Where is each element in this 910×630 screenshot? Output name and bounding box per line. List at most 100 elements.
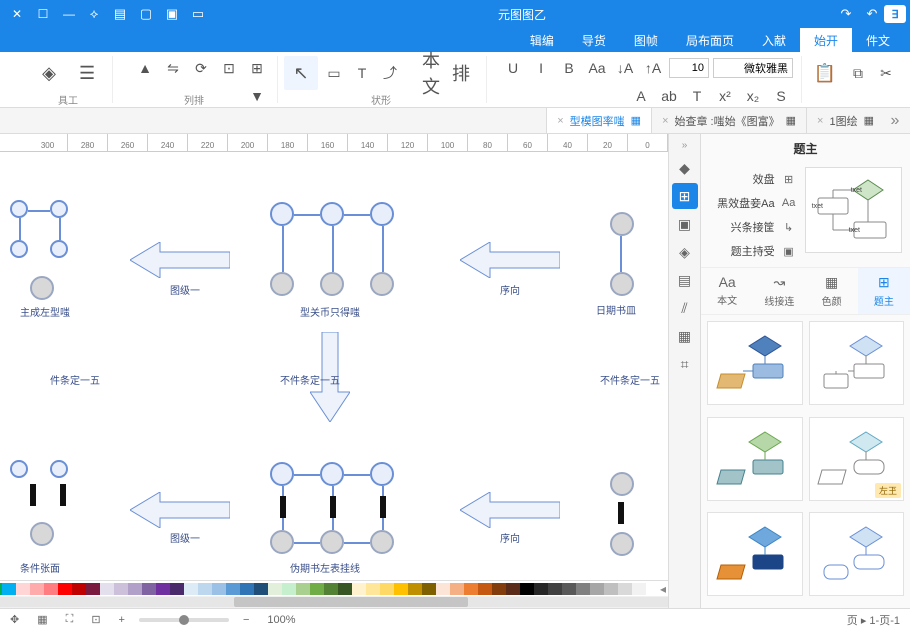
- color-swatch[interactable]: [576, 583, 590, 595]
- font-color-button[interactable]: A: [629, 84, 653, 108]
- canvas-viewport[interactable]: 日期书皿 序向 型关币只得嗤: [0, 152, 668, 608]
- ts-image[interactable]: ▣: [672, 211, 698, 237]
- color-swatch[interactable]: [534, 583, 548, 595]
- color-swatch[interactable]: [0, 583, 2, 595]
- font-dec-button[interactable]: A↓: [613, 56, 637, 80]
- minimize-button[interactable]: —: [56, 3, 82, 25]
- italic-button[interactable]: I: [529, 56, 553, 80]
- theme-item-3[interactable]: [707, 417, 803, 501]
- ts-shapes[interactable]: ⊞: [672, 183, 698, 209]
- doctab-0[interactable]: ▦ 1图绘 ×: [806, 108, 884, 133]
- color-swatch[interactable]: [30, 583, 44, 595]
- strike-button[interactable]: S: [769, 84, 793, 108]
- color-swatch[interactable]: [604, 583, 618, 595]
- doctab-1[interactable]: ▦ 《图富》始查章 :嗤始 ×: [651, 108, 806, 133]
- color-swatch[interactable]: [114, 583, 128, 595]
- opt-conn[interactable]: ↳兴条接筐: [709, 215, 797, 239]
- tab-help[interactable]: 辑编: [516, 28, 568, 52]
- color-swatch[interactable]: [170, 583, 184, 595]
- doctab-2[interactable]: ▦ 型模图率嗤 ×: [546, 108, 651, 133]
- color-swatch[interactable]: [72, 583, 86, 595]
- color-swatch[interactable]: [268, 583, 282, 595]
- tab-view[interactable]: 图帧: [620, 28, 672, 52]
- canvas-page[interactable]: 日期书皿 序向 型关币只得嗤: [0, 152, 668, 608]
- zoom-slider[interactable]: [139, 618, 229, 622]
- color-swatch[interactable]: [198, 583, 212, 595]
- tab-file[interactable]: 件文: [852, 28, 904, 52]
- color-swatch[interactable]: [548, 583, 562, 595]
- opt-effect[interactable]: ⊞效盘: [709, 167, 797, 191]
- color-swatch[interactable]: [254, 583, 268, 595]
- color-swatch[interactable]: [394, 583, 408, 595]
- theme-item-2[interactable]: 左玊: [809, 417, 905, 501]
- ts-layers[interactable]: ◈: [672, 239, 698, 265]
- top-icon-a[interactable]: ▭: [186, 3, 210, 25]
- close-button[interactable]: ✕: [4, 3, 30, 25]
- tab-start[interactable]: 始开: [800, 28, 852, 52]
- top-icon-e[interactable]: ⟡: [82, 3, 106, 25]
- copy-button[interactable]: ⧉: [846, 61, 870, 85]
- tab-design[interactable]: 导货: [568, 28, 620, 52]
- color-swatch[interactable]: [44, 583, 58, 595]
- theme-item-1[interactable]: [707, 321, 803, 405]
- zoom-pct[interactable]: 100%: [263, 614, 299, 626]
- color-swatch[interactable]: [86, 583, 100, 595]
- rect-tool[interactable]: ▭: [322, 61, 346, 85]
- color-swatch[interactable]: [16, 583, 30, 595]
- color-swatch[interactable]: [618, 583, 632, 595]
- color-swatch[interactable]: [338, 583, 352, 595]
- fullscreen-button[interactable]: ⛶: [62, 613, 78, 626]
- ts-code[interactable]: ⌗: [672, 351, 698, 377]
- color-swatch[interactable]: [310, 583, 324, 595]
- grid-toggle[interactable]: ▦: [33, 613, 51, 626]
- font-inc-button[interactable]: A↑: [641, 56, 665, 80]
- underline-button[interactable]: U: [501, 56, 525, 80]
- maximize-button[interactable]: ☐: [30, 3, 56, 25]
- color-swatch[interactable]: [142, 583, 156, 595]
- top-icon-c[interactable]: ▢: [134, 3, 158, 25]
- rotate-button[interactable]: ⟳: [189, 56, 213, 80]
- color-swatch[interactable]: [128, 583, 142, 595]
- tab-insert[interactable]: 入献: [748, 28, 800, 52]
- doctab-nav[interactable]: «: [884, 108, 906, 133]
- color-swatch[interactable]: [58, 583, 72, 595]
- ts-chart[interactable]: ⫽: [672, 295, 698, 321]
- color-swatch[interactable]: [366, 583, 380, 595]
- subtab-theme[interactable]: ⊞题主: [858, 268, 910, 314]
- color-swatch[interactable]: [590, 583, 604, 595]
- front-button[interactable]: ▲: [133, 56, 157, 80]
- color-swatch[interactable]: [464, 583, 478, 595]
- color-swatch[interactable]: [408, 583, 422, 595]
- color-swatch[interactable]: [506, 583, 520, 595]
- clear-format-button[interactable]: T: [685, 84, 709, 108]
- zoom-out-button[interactable]: −: [239, 614, 253, 626]
- theme-item-0[interactable]: [809, 321, 905, 405]
- color-swatch[interactable]: [632, 583, 646, 595]
- select-button[interactable]: ☰: [70, 56, 104, 90]
- horizontal-scrollbar[interactable]: [0, 596, 668, 608]
- scroll-thumb[interactable]: [234, 597, 468, 607]
- color-swatch[interactable]: [436, 583, 450, 595]
- color-swatch[interactable]: [324, 583, 338, 595]
- opt-style[interactable]: Aa黑效盘妾Aa: [709, 191, 797, 215]
- arrow-shape[interactable]: [130, 492, 230, 528]
- top-icon-d[interactable]: ▤: [108, 3, 132, 25]
- arrow-shape[interactable]: [460, 242, 560, 278]
- tab-layout[interactable]: 局布面页: [672, 28, 748, 52]
- flip-button[interactable]: ⇋: [161, 56, 185, 80]
- connector-tool[interactable]: ⤴: [378, 61, 402, 85]
- opt-theme[interactable]: ▣题主持受: [709, 239, 797, 263]
- color-swatch[interactable]: [492, 583, 506, 595]
- doctab-close[interactable]: ×: [557, 115, 563, 127]
- color-swatch[interactable]: [520, 583, 534, 595]
- zoom-in-button[interactable]: +: [115, 614, 129, 626]
- color-swatch[interactable]: [380, 583, 394, 595]
- color-swatch[interactable]: [562, 583, 576, 595]
- page-selector[interactable]: 1-页 ▸ 1-页: [843, 612, 904, 628]
- ts-paint[interactable]: ◆: [672, 155, 698, 181]
- fit-button[interactable]: ⊡: [87, 613, 104, 626]
- shape-style-button[interactable]: 排: [444, 56, 478, 90]
- arrow-shape[interactable]: [460, 492, 560, 528]
- font-size-combo[interactable]: [669, 58, 709, 78]
- subtab-color[interactable]: ▦色颜: [806, 268, 858, 314]
